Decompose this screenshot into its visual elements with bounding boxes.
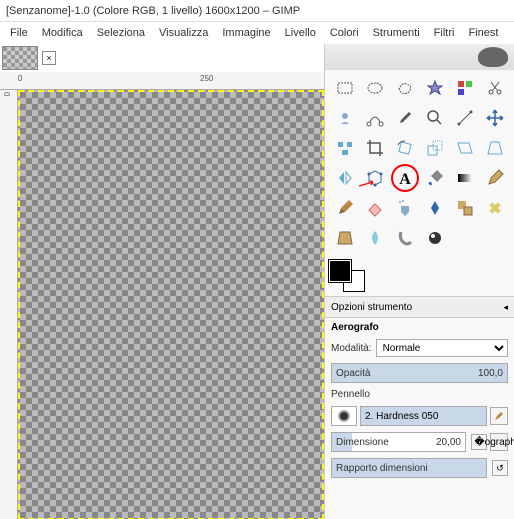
- ruler-horizontal: 0 250: [0, 72, 324, 90]
- dodge-burn-tool[interactable]: [421, 224, 449, 252]
- perspective-tool[interactable]: [481, 134, 509, 162]
- right-panel: A Opzioni strumento ◂: [324, 44, 514, 519]
- svg-text:A: A: [399, 171, 411, 188]
- scale-tool[interactable]: [421, 134, 449, 162]
- size-slider[interactable]: Dimensione 20,00: [331, 432, 466, 452]
- menu-select[interactable]: Seleziona: [91, 25, 151, 41]
- menu-file[interactable]: File: [4, 25, 34, 41]
- image-tab-thumbnail[interactable]: [2, 46, 38, 70]
- menu-windows[interactable]: Finest: [462, 25, 504, 41]
- cage-tool[interactable]: [361, 164, 389, 192]
- airbrush-tool[interactable]: [391, 194, 419, 222]
- measure-tool[interactable]: [451, 104, 479, 132]
- menu-edit[interactable]: Modifica: [36, 25, 89, 41]
- toolbox: A: [325, 70, 514, 256]
- menu-view[interactable]: Visualizza: [153, 25, 214, 41]
- blur-sharpen-tool[interactable]: [361, 224, 389, 252]
- tool-options-title: Opzioni strumento: [331, 302, 412, 313]
- flip-tool[interactable]: [331, 164, 359, 192]
- pencil-tool[interactable]: [481, 164, 509, 192]
- mode-select[interactable]: Normale: [376, 339, 508, 357]
- menu-filters[interactable]: Filtri: [428, 25, 461, 41]
- brush-edit-button[interactable]: [490, 407, 508, 425]
- paintbrush-tool[interactable]: [331, 194, 359, 222]
- brush-name-field[interactable]: 2. Hardness 050: [360, 406, 487, 426]
- ratio-reset-button[interactable]: ↺: [492, 460, 508, 476]
- heal-tool[interactable]: [481, 194, 509, 222]
- align-tool[interactable]: [331, 134, 359, 162]
- menu-image[interactable]: Immagine: [216, 25, 276, 41]
- shear-tool[interactable]: [451, 134, 479, 162]
- size-label: Dimensione: [336, 437, 389, 448]
- fg-bg-color[interactable]: [329, 260, 365, 292]
- brush-label: Pennello: [331, 389, 370, 400]
- fg-color-swatch[interactable]: [329, 260, 351, 282]
- mode-label: Modalità:: [331, 343, 372, 354]
- clone-tool[interactable]: [451, 194, 479, 222]
- tool-options-header: Opzioni strumento ◂: [325, 296, 514, 318]
- smudge-tool[interactable]: [391, 224, 419, 252]
- image-tab-close-button[interactable]: ×: [42, 51, 56, 65]
- ruler-vertical: 0: [0, 90, 18, 519]
- opacity-label: Opacità: [336, 368, 370, 379]
- color-picker-tool[interactable]: [391, 104, 419, 132]
- opacity-slider[interactable]: Opacità 100,0: [331, 363, 508, 383]
- tool-name-label: Aerografo: [331, 322, 508, 333]
- fuzzy-select-tool[interactable]: [421, 74, 449, 102]
- ratio-slider[interactable]: Rapporto dimensioni: [331, 458, 487, 478]
- size-link-button[interactable]: �ographie: [490, 433, 508, 451]
- title-bar: [Senzanome]-1.0 (Colore RGB, 1 livello) …: [0, 0, 514, 22]
- ellipse-select-tool[interactable]: [361, 74, 389, 102]
- ruler-h-tick: 250: [200, 74, 213, 83]
- tool-options-body: Aerografo Modalità: Normale Opacità 100,…: [325, 318, 514, 482]
- brush-name: 2. Hardness 050: [365, 411, 438, 422]
- menu-layer[interactable]: Livello: [279, 25, 322, 41]
- ratio-label: Rapporto dimensioni: [336, 463, 428, 474]
- move-tool[interactable]: [481, 104, 509, 132]
- menu-colors[interactable]: Colori: [324, 25, 365, 41]
- foreground-select-tool[interactable]: [331, 104, 359, 132]
- eraser-tool[interactable]: [361, 194, 389, 222]
- crop-tool[interactable]: [361, 134, 389, 162]
- bucket-fill-tool[interactable]: [421, 164, 449, 192]
- menu-bar: File Modifica Seleziona Visualizza Immag…: [0, 22, 514, 44]
- by-color-select-tool[interactable]: [451, 74, 479, 102]
- brush-preview[interactable]: [331, 406, 357, 426]
- text-tool[interactable]: A: [391, 164, 419, 192]
- perspective-clone-tool[interactable]: [331, 224, 359, 252]
- collapse-icon[interactable]: ◂: [503, 302, 508, 313]
- paths-tool[interactable]: [361, 104, 389, 132]
- rect-select-tool[interactable]: [331, 74, 359, 102]
- size-value: 20,00: [436, 437, 461, 448]
- free-select-tool[interactable]: [391, 74, 419, 102]
- ruler-v-tick: 0: [2, 92, 11, 96]
- color-swatch-area: [325, 256, 514, 296]
- scissors-tool[interactable]: [481, 74, 509, 102]
- wilber-bar: [325, 44, 514, 70]
- opacity-value: 100,0: [478, 368, 503, 379]
- ruler-h-tick: 0: [18, 74, 22, 83]
- ink-tool[interactable]: [421, 194, 449, 222]
- rotate-tool[interactable]: [391, 134, 419, 162]
- canvas-area: × 0 250 0: [0, 44, 324, 519]
- window-title: [Senzanome]-1.0 (Colore RGB, 1 livello) …: [6, 5, 300, 17]
- blend-tool[interactable]: [451, 164, 479, 192]
- wilber-icon: [478, 47, 508, 67]
- menu-tools[interactable]: Strumenti: [367, 25, 426, 41]
- canvas[interactable]: [18, 90, 324, 519]
- zoom-tool[interactable]: [421, 104, 449, 132]
